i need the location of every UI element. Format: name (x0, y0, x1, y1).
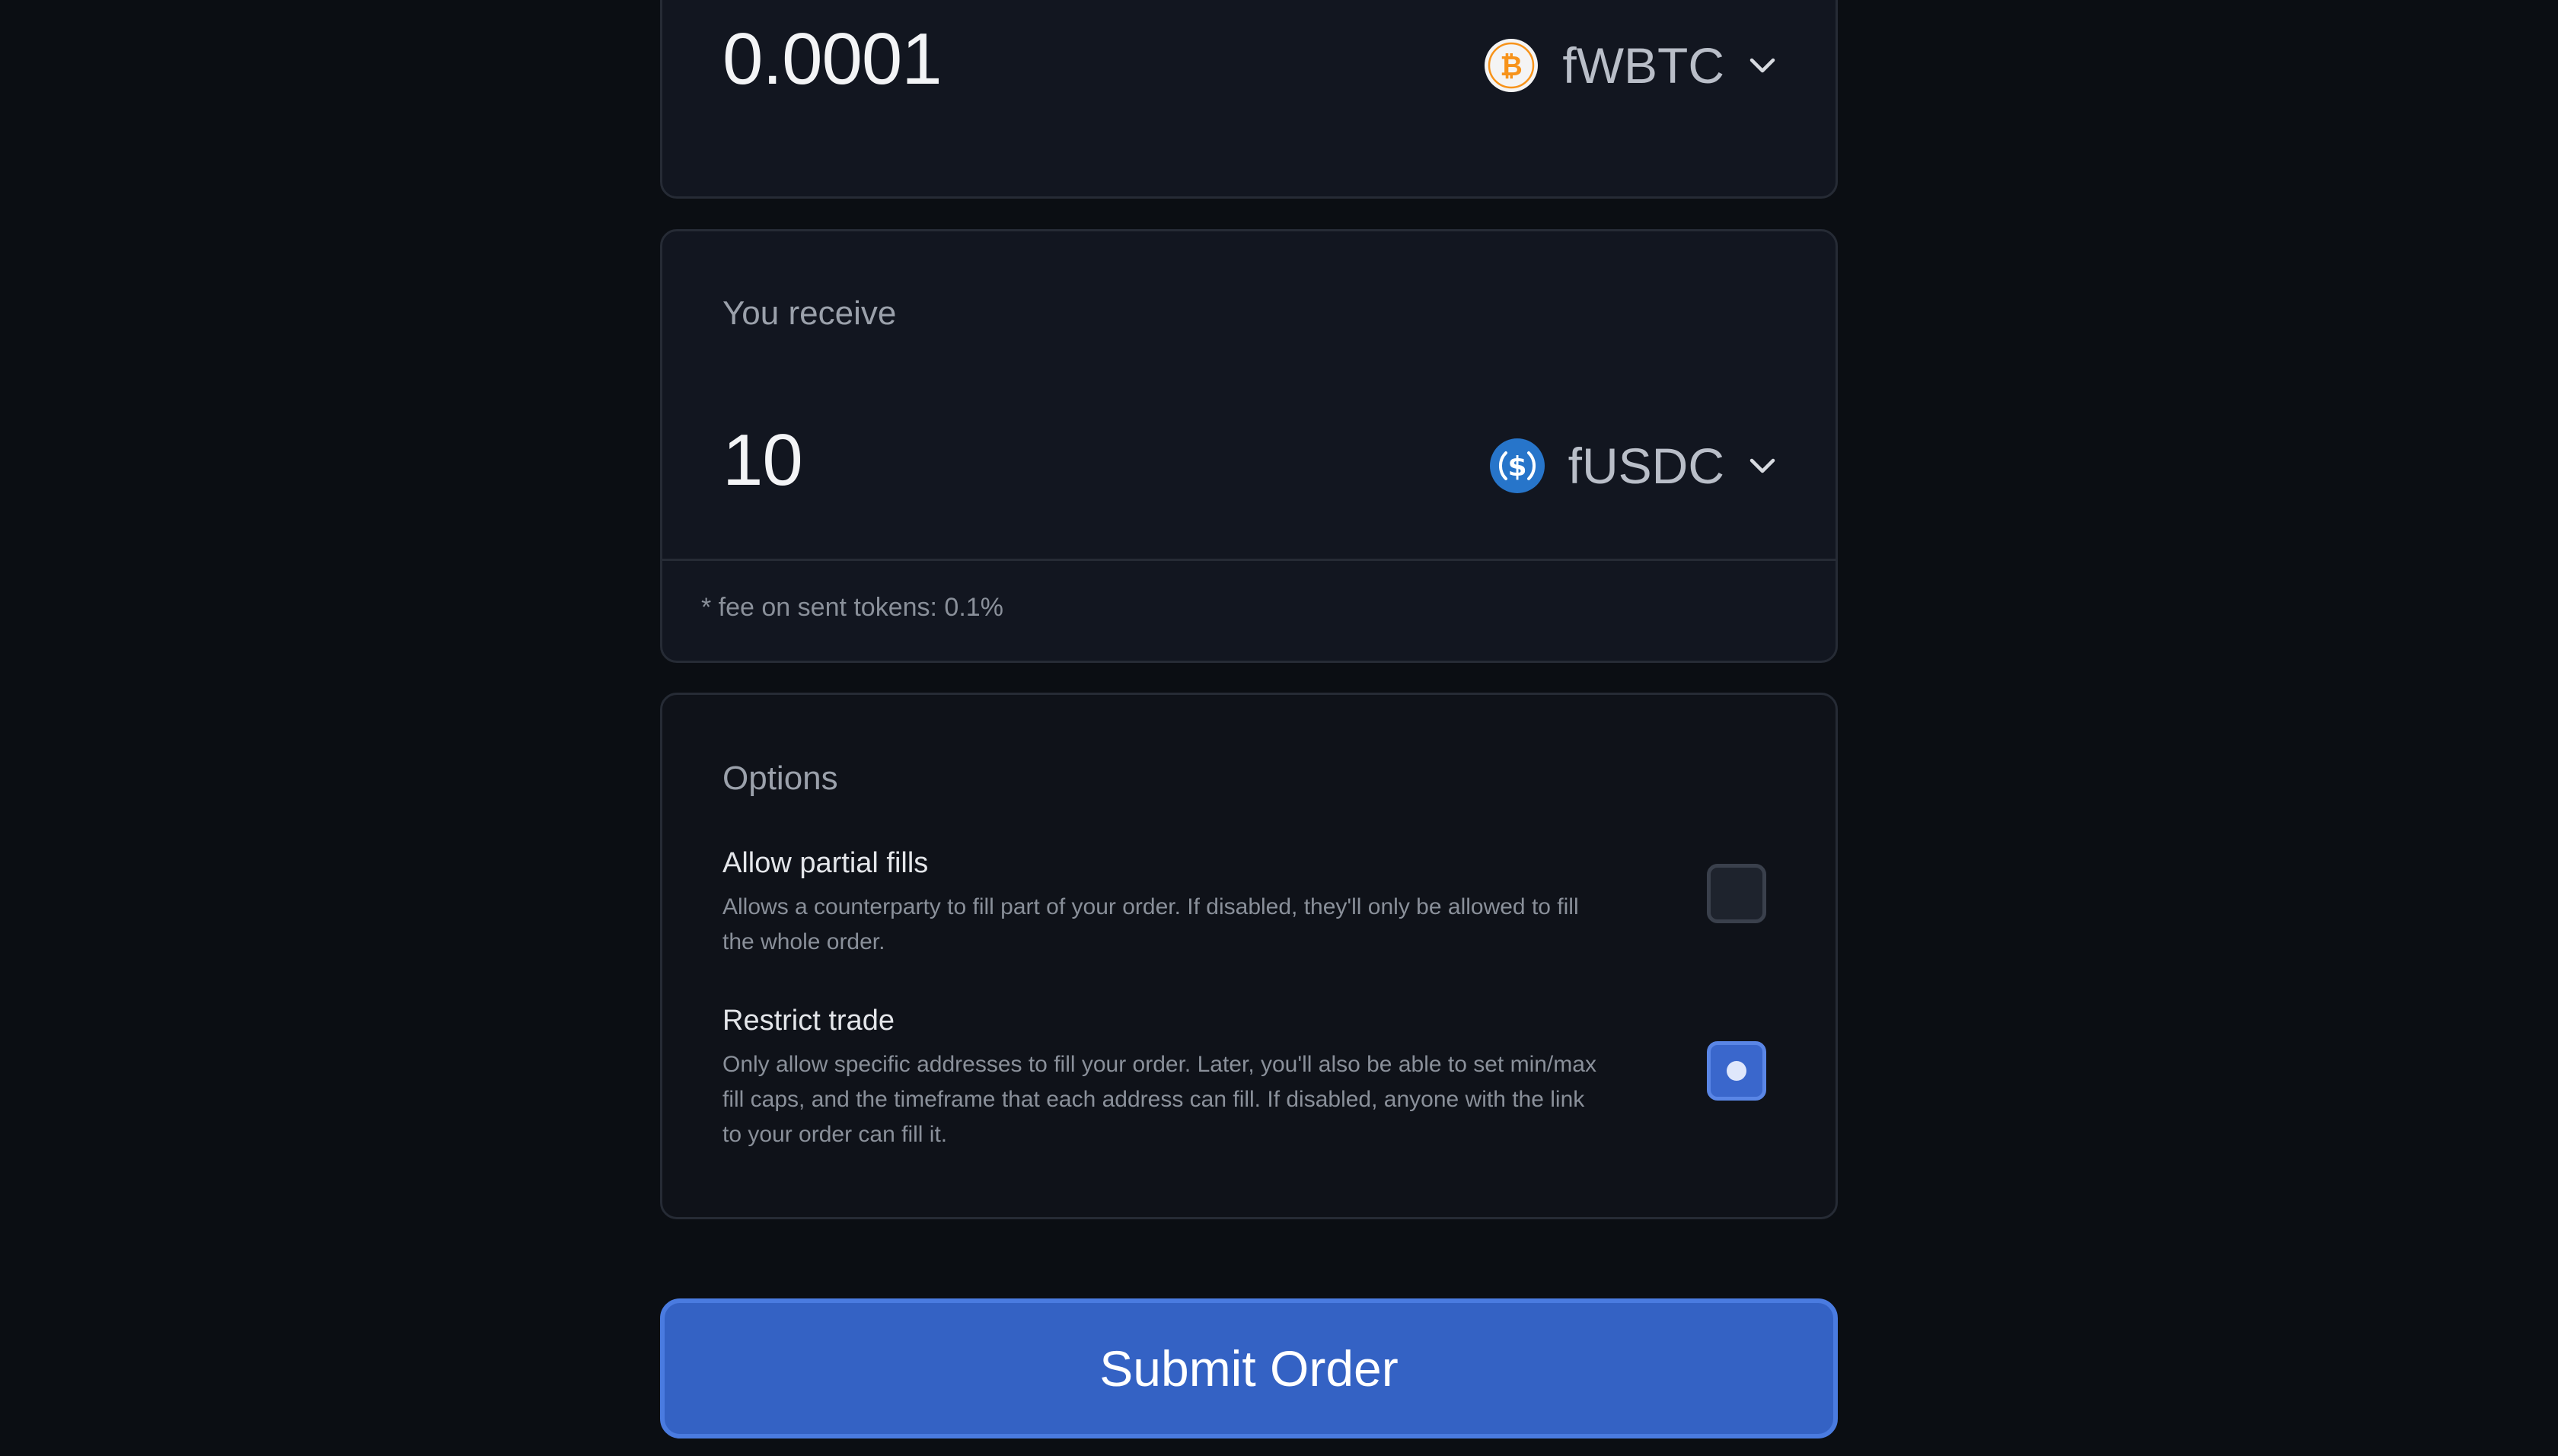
send-token-symbol: fWBTC (1562, 37, 1724, 94)
receive-amount-input[interactable]: 10 (722, 419, 803, 502)
restrict-trade-description: Only allow specific addresses to fill yo… (722, 1052, 1596, 1147)
send-card: 0.0001 ₿ fWBTC (660, 0, 1838, 199)
send-token-select[interactable]: ₿ fWBTC (1483, 31, 1778, 100)
partial-fills-title: Allow partial fills (722, 847, 929, 879)
chevron-down-icon (1749, 458, 1775, 473)
receive-label: You receive (722, 295, 897, 332)
restrict-trade-checkbox[interactable] (1707, 1041, 1766, 1101)
chevron-down-icon (1749, 58, 1775, 73)
receive-token-symbol: fUSDC (1568, 438, 1724, 494)
svg-text:₿: ₿ (1501, 51, 1523, 82)
submit-order-button[interactable]: Submit Order (660, 1298, 1838, 1438)
partial-fills-description: Allows a counterparty to fill part of yo… (722, 894, 1579, 954)
checked-dot-icon (1727, 1061, 1746, 1081)
partial-fills-checkbox[interactable] (1707, 864, 1766, 923)
fee-divider (662, 559, 1836, 561)
send-amount-input[interactable]: 0.0001 (722, 18, 943, 101)
receive-token-select[interactable]: $ fUSDC (1489, 432, 1778, 500)
receive-card: You receive 10 $ fUSDC * fee on sent tok… (660, 229, 1838, 663)
bitcoin-icon: ₿ (1485, 39, 1539, 92)
restrict-trade-title: Restrict trade (722, 1005, 895, 1037)
usdc-icon: $ (1489, 438, 1545, 493)
options-title: Options (722, 760, 838, 797)
svg-text:$: $ (1507, 451, 1526, 483)
fee-note: * fee on sent tokens: 0.1% (701, 593, 1003, 622)
options-card: Options Allow partial fills Allows a cou… (660, 693, 1838, 1219)
